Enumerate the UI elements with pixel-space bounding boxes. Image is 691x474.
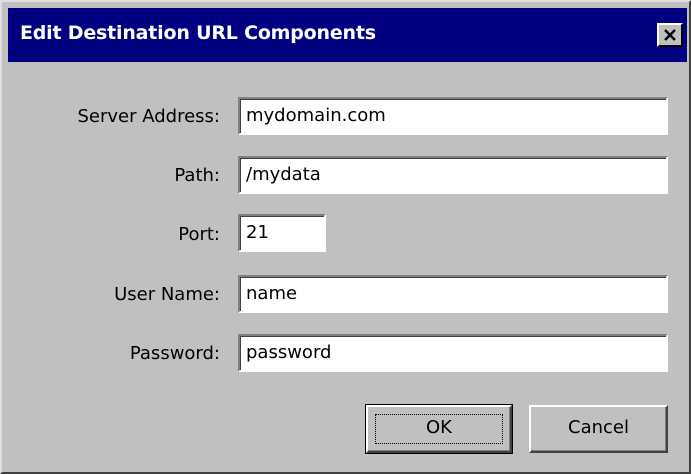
password-input[interactable]: password xyxy=(238,334,668,372)
port-input[interactable]: 21 xyxy=(238,214,326,252)
path-input[interactable]: /mydata xyxy=(238,156,668,194)
port-label: Port: xyxy=(178,224,220,245)
title-bar[interactable]: Edit Destination URL Components xyxy=(8,8,687,62)
path-label: Path: xyxy=(174,165,220,186)
password-label: Password: xyxy=(129,343,220,364)
edit-url-dialog: Edit Destination URL Components Server A… xyxy=(0,0,691,474)
user-name-input[interactable]: name xyxy=(238,275,668,313)
server-address-input[interactable]: mydomain.com xyxy=(238,97,668,135)
close-button[interactable] xyxy=(657,23,683,47)
ok-button-label: OK xyxy=(426,417,452,438)
server-address-label: Server Address: xyxy=(77,106,221,127)
user-name-label: User Name: xyxy=(114,284,220,305)
dialog-title: Edit Destination URL Components xyxy=(20,22,376,44)
cancel-button[interactable]: Cancel xyxy=(529,405,668,453)
ok-button[interactable]: OK xyxy=(365,404,513,454)
cancel-button-label: Cancel xyxy=(568,417,629,438)
